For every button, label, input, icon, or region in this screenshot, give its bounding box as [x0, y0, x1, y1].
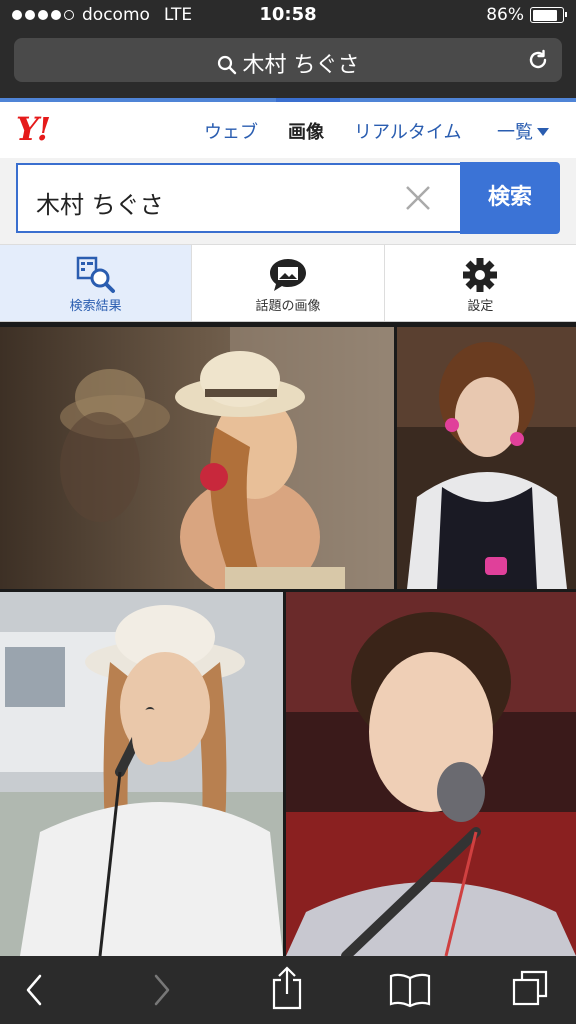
- search-input[interactable]: 木村 ちぐさ: [16, 163, 462, 233]
- chevron-down-icon: [537, 128, 549, 136]
- result-image[interactable]: [0, 592, 283, 956]
- tab-images[interactable]: 画像: [288, 118, 324, 144]
- search-results-icon: [0, 255, 191, 295]
- site-header: Y! ウェブ 画像 リアルタイム 一覧: [0, 98, 576, 158]
- tab-list[interactable]: 一覧: [497, 118, 549, 144]
- address-bar[interactable]: 木村 ちぐさ: [14, 38, 562, 82]
- tool-trending-images[interactable]: 話題の画像: [192, 245, 385, 321]
- search-bar: 木村 ちぐさ 検索: [0, 158, 576, 244]
- search-icon: [217, 55, 237, 81]
- browser-toolbar: 木村 ちぐさ: [0, 32, 576, 98]
- tabs-icon[interactable]: [510, 968, 550, 1012]
- tab-list-label: 一覧: [497, 122, 533, 143]
- image-results-grid: [0, 322, 576, 956]
- tool-settings[interactable]: 設定: [385, 245, 576, 321]
- tool-tabs: 検索結果 話題の画像 設定: [0, 244, 576, 322]
- tab-realtime[interactable]: リアルタイム: [354, 118, 461, 144]
- tool-search-results[interactable]: 検索結果: [0, 245, 193, 321]
- tool-trending-images-label: 話題の画像: [255, 299, 321, 314]
- forward-icon[interactable]: [150, 972, 174, 1012]
- active-tab-indicator: [276, 98, 340, 102]
- gear-icon: [385, 255, 576, 295]
- reload-icon[interactable]: [526, 48, 550, 76]
- search-button[interactable]: 検索: [460, 162, 560, 234]
- result-image[interactable]: [397, 327, 576, 589]
- battery-percent: 86%: [486, 5, 524, 25]
- address-bar-text: 木村 ちぐさ: [242, 53, 360, 78]
- tool-search-results-label: 検索結果: [69, 299, 122, 314]
- clear-icon[interactable]: [404, 184, 432, 216]
- status-bar: docomo LTE 10:58 86%: [0, 0, 576, 32]
- result-image[interactable]: [0, 327, 394, 589]
- trending-images-icon: [192, 255, 383, 295]
- tab-web[interactable]: ウェブ: [204, 118, 258, 144]
- tool-settings-label: 設定: [467, 299, 494, 314]
- share-icon[interactable]: [270, 966, 304, 1014]
- bookmarks-icon[interactable]: [388, 972, 432, 1012]
- back-icon[interactable]: [22, 972, 46, 1012]
- browser-bottom-toolbar: [0, 956, 576, 1024]
- result-image[interactable]: [286, 592, 576, 956]
- battery-icon: [530, 7, 567, 23]
- yahoo-logo[interactable]: Y!: [16, 110, 51, 148]
- battery-group: 86%: [486, 5, 567, 25]
